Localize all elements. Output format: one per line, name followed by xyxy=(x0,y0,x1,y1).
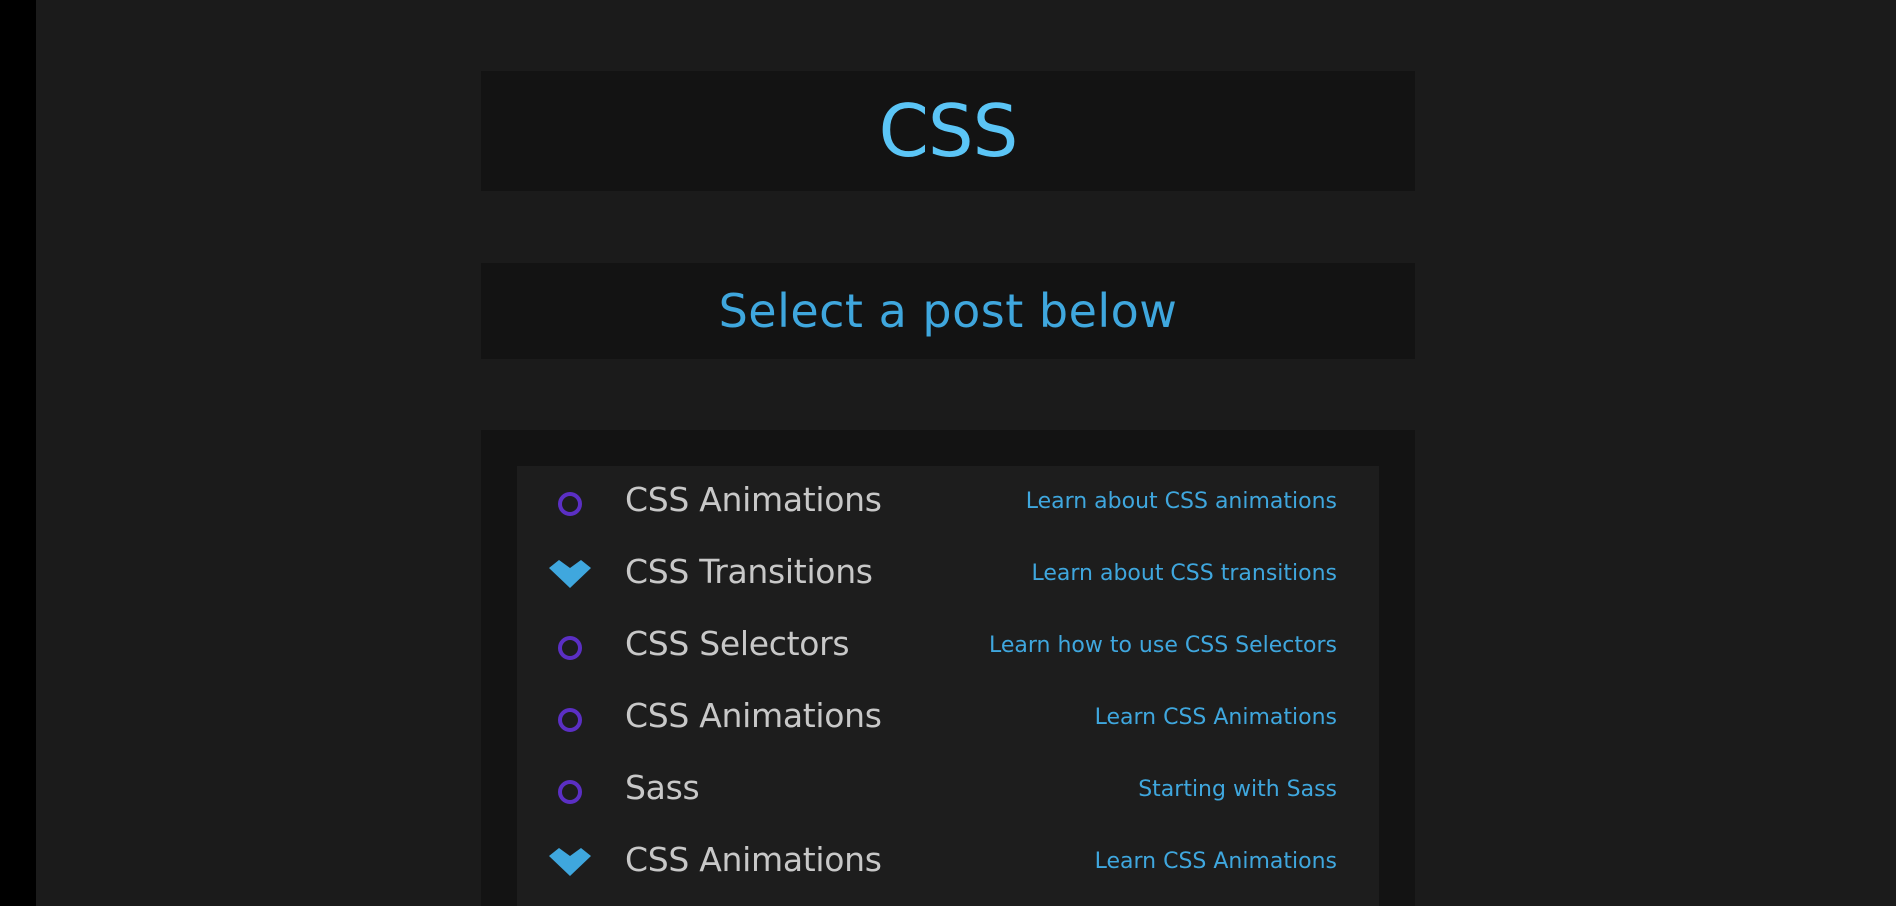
circle-icon xyxy=(549,772,591,808)
circle-icon xyxy=(549,628,591,664)
post-link[interactable]: Learn CSS Animations xyxy=(1095,704,1337,732)
post-row: CSS Animations Learn about CSS animation… xyxy=(517,466,1379,538)
page-title-box: CSS xyxy=(481,71,1415,191)
post-row: CSS Animations Learn CSS Animations xyxy=(517,826,1379,898)
post-row: CSS Transitions Learn about CSS transiti… xyxy=(517,538,1379,610)
post-link[interactable]: Learn about CSS transitions xyxy=(1031,560,1337,588)
circle-icon xyxy=(549,700,591,736)
circle-icon xyxy=(549,484,591,520)
post-row: CSS Selectors Learn how to use CSS Selec… xyxy=(517,610,1379,682)
page-title: CSS xyxy=(878,89,1019,173)
post-row: Sass Starting with Sass xyxy=(517,754,1379,826)
heart-icon xyxy=(549,556,591,592)
post-title: CSS Selectors xyxy=(625,624,850,663)
post-title: CSS Animations xyxy=(625,480,882,519)
page-subtitle: Select a post below xyxy=(718,284,1178,338)
post-title: Sass xyxy=(625,768,700,807)
page-content: CSS Select a post below CSS Animations L… xyxy=(36,0,1896,906)
page-subtitle-box: Select a post below xyxy=(481,263,1415,359)
post-title: CSS Transitions xyxy=(625,552,873,591)
window-left-edge xyxy=(0,0,36,906)
post-title: CSS Animations xyxy=(625,696,882,735)
post-list-container: CSS Animations Learn about CSS animation… xyxy=(481,430,1415,906)
post-title: CSS Animations xyxy=(625,840,882,879)
post-link[interactable]: Learn how to use CSS Selectors xyxy=(989,632,1337,660)
post-link[interactable]: Learn about CSS animations xyxy=(1026,488,1337,516)
post-link[interactable]: Learn CSS Animations xyxy=(1095,848,1337,876)
post-row: CSS Animations Learn CSS Animations xyxy=(517,682,1379,754)
post-link[interactable]: Starting with Sass xyxy=(1138,776,1337,804)
post-list: CSS Animations Learn about CSS animation… xyxy=(517,466,1379,906)
heart-icon xyxy=(549,844,591,880)
